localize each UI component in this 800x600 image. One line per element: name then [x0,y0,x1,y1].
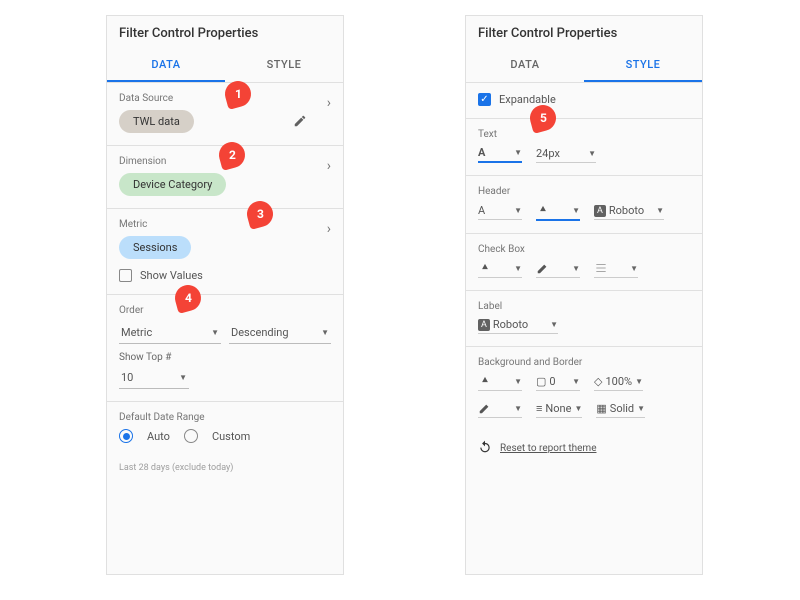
show-top-label: Show Top # [119,352,331,363]
tab-style[interactable]: STYLE [584,49,702,82]
header-label: Header [478,186,690,197]
bg-fill[interactable]: ▼ [478,374,522,391]
text-section: Text A▼ 24px▼ [466,119,702,176]
checkbox-fill[interactable]: ▼ [478,261,522,278]
callout-1: 1 [222,78,254,110]
dimension-chip[interactable]: Device Category [119,173,226,196]
tab-data[interactable]: DATA [107,49,225,82]
reset-link[interactable]: Reset to report theme [500,443,597,454]
header-fill-color[interactable]: ▼ [536,203,580,221]
text-label: Text [478,129,690,140]
checkbox-label: Check Box [478,244,690,255]
checkbox-section: Check Box ▼ ▼ ▼ [466,234,702,291]
chevron-right-icon[interactable]: › [327,221,331,237]
dimension-section: Dimension › Device Category 2 [107,146,343,209]
expandable-label: Expandable [499,93,556,106]
label-section: Label ARoboto▼ [466,291,702,347]
panel-title: Filter Control Properties [466,16,702,49]
order-label: Order [119,305,331,316]
border-radius[interactable]: ▢ 0▼ [536,375,580,391]
expandable-section: ✓ Expandable 5 [466,83,702,119]
header-font-color[interactable]: A▼ [478,204,522,220]
font-color-tool[interactable]: A▼ [478,146,522,163]
background-section: Background and Border ▼ ▢ 0▼ ◇ 100%▼ ▼ ≡… [466,347,702,430]
style-panel: Filter Control Properties DATA STYLE ✓ E… [465,15,703,575]
auto-radio[interactable] [119,429,133,443]
undo-icon [478,440,492,457]
show-top-select[interactable]: 10▼ [119,367,189,389]
tabs: DATA STYLE [466,49,702,83]
opacity[interactable]: ◇ 100%▼ [594,375,643,391]
data-source-section: Data Source › TWL data 1 [107,83,343,146]
background-label: Background and Border [478,357,690,368]
checkbox-align[interactable]: ▼ [594,261,638,278]
reset-row: Reset to report theme [466,430,702,467]
custom-radio[interactable] [184,429,198,443]
order-dir-select[interactable]: Descending▼ [229,322,331,344]
checkbox-stroke[interactable]: ▼ [536,261,580,278]
font-size-select[interactable]: 24px▼ [536,147,596,163]
panel-title: Filter Control Properties [107,16,343,49]
metric-section: Metric › Sessions Show Values 3 [107,209,343,295]
custom-label: Custom [212,430,250,443]
auto-label: Auto [147,430,170,443]
date-range-footer: Last 28 days (exclude today) [107,455,343,481]
border-weight[interactable]: ≡ None▼ [536,402,582,418]
chevron-right-icon[interactable]: › [327,158,331,174]
label-font-select[interactable]: ARoboto▼ [478,318,558,334]
show-values-checkbox[interactable] [119,269,132,282]
header-font-select[interactable]: ARoboto▼ [594,204,664,220]
order-section: Order Metric▼ Descending▼ Show Top # 10▼… [107,295,343,402]
metric-chip[interactable]: Sessions [119,236,191,259]
tab-style[interactable]: STYLE [225,49,343,82]
tab-data[interactable]: DATA [466,49,584,82]
order-by-select[interactable]: Metric▼ [119,322,221,344]
expandable-checkbox[interactable]: ✓ [478,93,491,106]
data-source-chip[interactable]: TWL data [119,110,194,133]
header-section: Header A▼ ▼ ARoboto▼ [466,176,702,234]
border-color[interactable]: ▼ [478,401,522,418]
tabs: DATA STYLE [107,49,343,83]
chevron-right-icon[interactable]: › [327,95,331,111]
metric-label: Metric [119,219,331,230]
show-values-label: Show Values [140,269,203,282]
data-panel: Filter Control Properties DATA STYLE Dat… [106,15,344,575]
label-label: Label [478,301,690,312]
date-range-section: Default Date Range Auto Custom [107,402,343,455]
pencil-icon[interactable] [293,113,307,132]
border-style[interactable]: ▦ Solid▼ [596,402,645,418]
date-range-label: Default Date Range [119,412,331,423]
